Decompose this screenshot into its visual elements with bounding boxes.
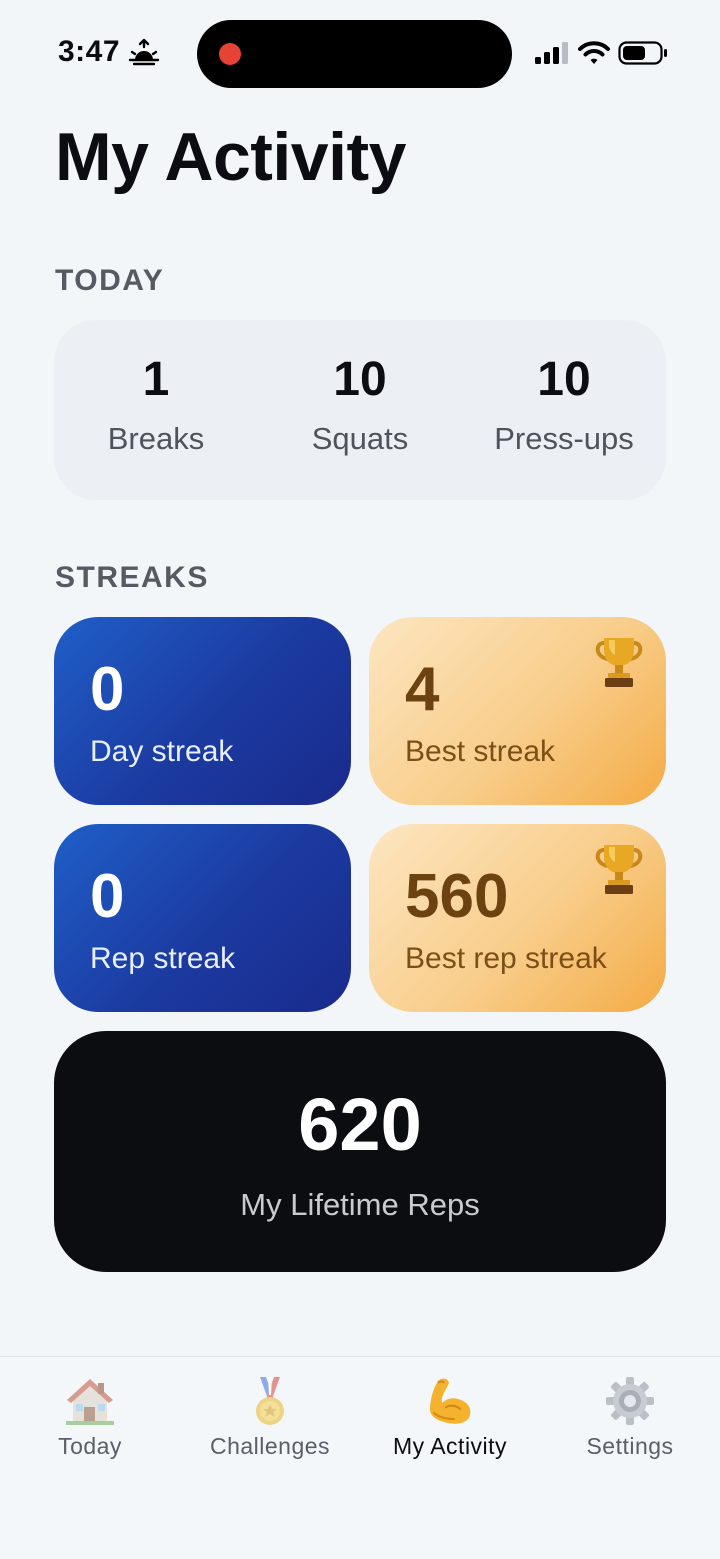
today-summary-card: 1 Breaks 10 Squats 10 Press-ups [54, 320, 666, 500]
stat-squats: 10 Squats [258, 320, 462, 500]
stat-press-ups: 10 Press-ups [462, 320, 666, 500]
battery-icon [618, 41, 667, 65]
best-streak-value: 4 [405, 655, 440, 724]
tab-bar: Today Challenges My Activity Settings [0, 1356, 720, 1559]
gear-icon [606, 1377, 654, 1425]
rep-streak-label: Rep streak [90, 942, 236, 975]
lifetime-reps-card: 620 My Lifetime Reps [54, 1031, 666, 1272]
dynamic-island [197, 20, 512, 88]
best-streak-card: 4 Best streak [369, 617, 666, 805]
best-rep-streak-card: 560 Best rep streak [369, 824, 666, 1012]
stat-breaks: 1 Breaks [54, 320, 258, 500]
tab-today[interactable]: Today [0, 1375, 180, 1460]
cellular-signal-icon [535, 42, 568, 64]
wifi-icon [578, 41, 610, 64]
tab-label: My Activity [392, 1433, 508, 1459]
day-streak-value: 0 [90, 655, 125, 724]
rep-streak-value: 0 [90, 862, 125, 931]
trophy-icon [595, 638, 643, 687]
stat-value: 10 [537, 353, 591, 406]
lifetime-reps-label: My Lifetime Reps [240, 1187, 480, 1222]
best-streak-label: Best streak [405, 735, 556, 768]
status-bar: 3:47 [0, 0, 720, 100]
sunrise-icon [128, 38, 160, 66]
tab-challenges[interactable]: Challenges [180, 1375, 360, 1460]
page-title: My Activity [55, 119, 406, 195]
tab-label: Today [58, 1433, 122, 1459]
tab-my-activity[interactable]: My Activity [360, 1375, 540, 1460]
medal-icon [256, 1377, 284, 1425]
streaks-section-label: STREAKS [55, 561, 209, 594]
house-icon [66, 1379, 114, 1425]
rep-streak-card: 0 Rep streak [54, 824, 351, 1012]
day-streak-label: Day streak [90, 735, 234, 768]
screen: 3:47 My Activity TODAY 1 Breaks 10 Squat… [0, 0, 720, 1559]
stat-value: 10 [333, 353, 387, 406]
stat-label: Squats [311, 421, 409, 456]
tab-settings[interactable]: Settings [540, 1375, 720, 1460]
stat-label: Press-ups [494, 421, 634, 456]
status-time: 3:47 [58, 35, 121, 68]
recording-indicator-icon [219, 43, 241, 65]
tab-label: Challenges [209, 1433, 331, 1459]
flexed-biceps-icon [430, 1378, 471, 1424]
best-rep-streak-value: 560 [405, 862, 509, 931]
tab-label: Settings [586, 1433, 674, 1459]
day-streak-card: 0 Day streak [54, 617, 351, 805]
best-rep-streak-label: Best rep streak [405, 942, 607, 975]
lifetime-reps-value: 620 [298, 1083, 422, 1166]
trophy-icon [595, 845, 643, 894]
today-section-label: TODAY [55, 264, 165, 297]
stat-value: 1 [142, 353, 170, 406]
stat-label: Breaks [107, 421, 205, 456]
